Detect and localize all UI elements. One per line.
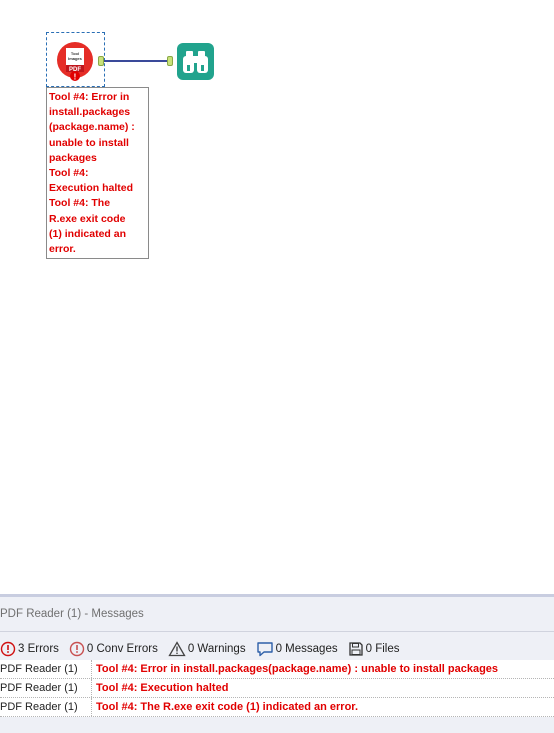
filter-messages-label: 0 Messages: [275, 643, 338, 655]
tool-error-annotation: Tool #4: Error in install.packages (pack…: [46, 87, 149, 259]
save-disk-icon: [348, 642, 363, 656]
filter-conv-errors-label: 0 Conv Errors: [86, 643, 158, 655]
messages-panel-title: PDF Reader (1) - Messages: [0, 608, 144, 620]
filter-warnings-label: 0 Warnings: [187, 643, 246, 655]
error-annotation-line: Tool #4: Error in: [49, 91, 130, 103]
browse-tool[interactable]: [177, 43, 214, 80]
filter-errors[interactable]: 3 Errors: [0, 641, 59, 657]
error-annotation-line: error.: [49, 243, 76, 256]
message-text: Tool #4: The R.exe exit code (1) indicat…: [96, 701, 359, 713]
error-annotation-line: (1) indicated an: [49, 227, 127, 240]
error-annotation-line: unable to install: [49, 136, 129, 149]
pdf-reader-tool[interactable]: Tool Images PDF !: [55, 41, 95, 82]
conv-error-circle-icon: [69, 641, 85, 657]
table-row[interactable]: PDF Reader (1) Tool #4: The R.exe exit c…: [0, 698, 554, 717]
warning-triangle-icon: [168, 641, 186, 657]
message-bubble-icon: [256, 642, 273, 657]
divider: [0, 631, 554, 632]
error-indicator-icon: !: [74, 73, 77, 82]
error-annotation-line: install.packages: [49, 106, 131, 119]
filter-errors-label: 3 Errors: [18, 643, 59, 655]
binoculars-icon: [183, 51, 208, 73]
messages-table: PDF Reader (1) Tool #4: Error in install…: [0, 660, 554, 717]
filter-files-label: 0 Files: [365, 643, 400, 655]
error-circle-icon: [0, 641, 16, 657]
pdf-reader-icon: Tool Images PDF !: [57, 42, 93, 82]
message-filter-bar: 3 Errors 0 Conv Errors 0 Warnings 0 Mess…: [0, 639, 409, 659]
error-annotation-line: R.exe exit code: [49, 212, 126, 225]
messages-panel: PDF Reader (1) - Messages 3 Errors 0 Con…: [0, 594, 554, 733]
error-annotation-line: (package.name) :: [49, 121, 135, 134]
filter-warnings[interactable]: 0 Warnings: [168, 641, 246, 657]
workflow-canvas[interactable]: Tool Images PDF ! Tool #4: Error in inst…: [0, 0, 554, 594]
error-annotation-line: Execution halted: [49, 182, 134, 195]
filter-files[interactable]: 0 Files: [348, 641, 400, 657]
error-annotation-line: Tool #4: The: [49, 197, 111, 210]
message-text: Tool #4: Execution halted: [96, 682, 229, 694]
filter-messages[interactable]: 0 Messages: [256, 641, 338, 657]
error-annotation-line: Tool #4:: [49, 167, 89, 180]
message-text: Tool #4: Error in install.packages(packa…: [96, 663, 499, 675]
connection-line[interactable]: [104, 60, 172, 62]
message-source: PDF Reader (1): [0, 698, 92, 716]
message-source: PDF Reader (1): [0, 679, 92, 697]
logo-text-line-2: Images: [68, 56, 83, 61]
error-annotation-line: packages: [49, 151, 97, 164]
filter-conv-errors[interactable]: 0 Conv Errors: [69, 641, 158, 657]
input-anchor[interactable]: [167, 56, 173, 66]
message-source: PDF Reader (1): [0, 660, 92, 678]
table-row[interactable]: PDF Reader (1) Tool #4: Execution halted: [0, 679, 554, 698]
table-row[interactable]: PDF Reader (1) Tool #4: Error in install…: [0, 660, 554, 679]
